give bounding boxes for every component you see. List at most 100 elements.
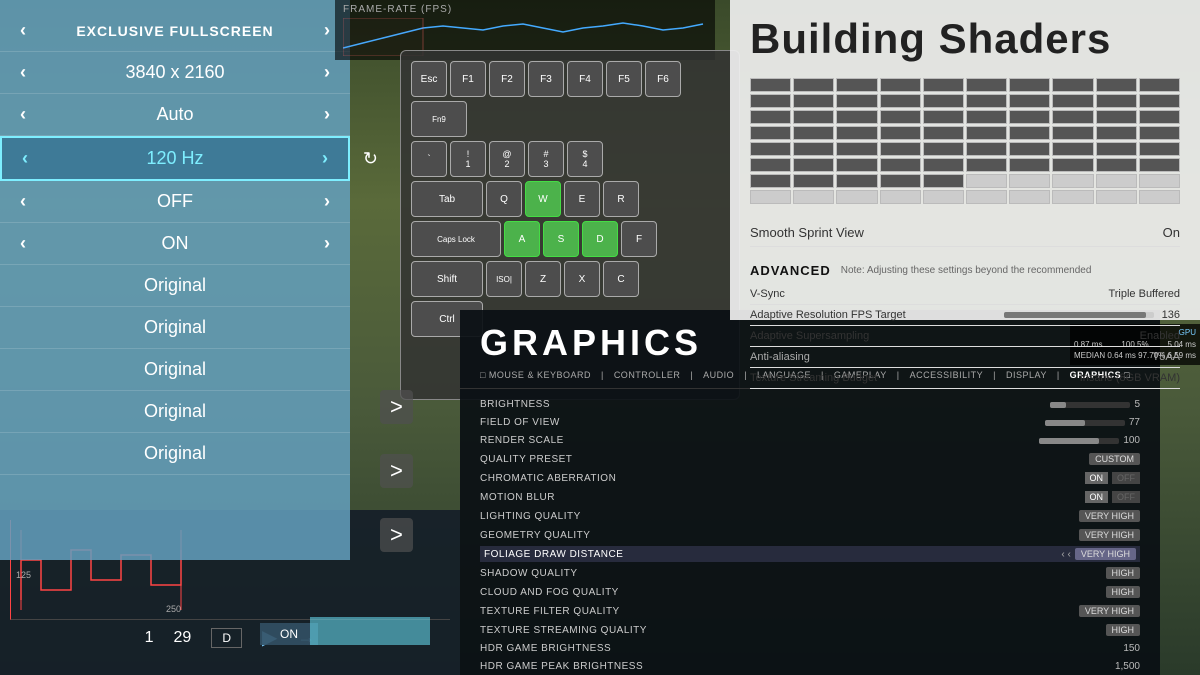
gs-render-scale-row: RENDER SCALE 100: [480, 433, 1140, 448]
key-z[interactable]: Z: [525, 261, 561, 297]
on-row[interactable]: ‹ ON ›: [0, 223, 350, 265]
key-f1[interactable]: F1: [450, 61, 486, 97]
off-row[interactable]: ‹ OFF ›: [0, 181, 350, 223]
arrow-panel: > > >: [380, 390, 413, 552]
key-iso[interactable]: ISO|: [486, 261, 522, 297]
refresh-reset-icon[interactable]: ↻: [363, 148, 378, 169]
gs-foliage-row: FOLIAGE DRAW DISTANCE ‹ ‹ VERY HIGH: [480, 546, 1140, 562]
key-f[interactable]: F: [621, 221, 657, 257]
shader-block-48: [1096, 142, 1137, 156]
gs-brightness-slider[interactable]: 5: [1050, 399, 1140, 410]
key-q[interactable]: Q: [486, 181, 522, 217]
gs-tex-filter-row: TEXTURE FILTER QUALITY VERY HIGH: [480, 603, 1140, 619]
gs-geometry-value[interactable]: VERY HIGH: [1079, 529, 1140, 541]
timeline-d-button[interactable]: D: [211, 628, 242, 648]
resolution-row[interactable]: ‹ 3840 x 2160 ›: [0, 52, 350, 94]
nav-mouse-keyboard[interactable]: □ MOUSE & KEYBOARD: [480, 370, 591, 380]
shader-block-65: [966, 174, 1007, 188]
key-r[interactable]: R: [603, 181, 639, 217]
auto-right-arrow[interactable]: ›: [324, 104, 330, 125]
gs-chromatic-on[interactable]: ON: [1085, 472, 1109, 484]
refresh-right-arrow[interactable]: ›: [322, 148, 328, 169]
key-c[interactable]: C: [603, 261, 639, 297]
graphics-settings: BRIGHTNESS 5 FIELD OF VIEW 77 RENDER SCA…: [460, 389, 1160, 675]
shader-block-25: [966, 110, 1007, 124]
off-right-arrow[interactable]: ›: [324, 191, 330, 212]
adaptive-ss-value: Enabled: [1140, 330, 1180, 342]
shader-block-68: [1096, 174, 1137, 188]
gs-lighting-value[interactable]: VERY HIGH: [1079, 510, 1140, 522]
key-e[interactable]: E: [564, 181, 600, 217]
gs-foliage-left[interactable]: ‹ ‹: [1061, 549, 1070, 560]
panel-arrow-3[interactable]: >: [380, 518, 413, 552]
gs-render-scale-slider[interactable]: 100: [1039, 435, 1140, 446]
gs-hdr-peak-row: HDR GAME PEAK BRIGHTNESS 1,500: [480, 659, 1140, 674]
key-3[interactable]: #3: [528, 141, 564, 177]
on-label: ON: [280, 627, 298, 641]
on-right-arrow[interactable]: ›: [324, 233, 330, 254]
gs-quality-preset-value[interactable]: CUSTOM: [1089, 453, 1140, 465]
gs-shadow-row: SHADOW QUALITY HIGH: [480, 565, 1140, 581]
gs-motion-blur-off[interactable]: OFF: [1112, 491, 1140, 503]
exclusive-fullscreen-right-arrow[interactable]: ›: [324, 20, 330, 41]
key-tab[interactable]: Tab: [411, 181, 483, 217]
adaptive-fps-slider-row[interactable]: 136: [1004, 309, 1180, 321]
key-4[interactable]: $4: [567, 141, 603, 177]
key-x[interactable]: X: [564, 261, 600, 297]
original-row-4[interactable]: Original: [0, 391, 350, 433]
gs-brightness-value: 5: [1134, 399, 1140, 410]
gs-foliage-controls[interactable]: ‹ ‹ VERY HIGH: [1061, 548, 1136, 560]
gs-foliage-value[interactable]: VERY HIGH: [1075, 548, 1136, 560]
adaptive-fps-value: 136: [1162, 309, 1180, 321]
shader-block-53: [880, 158, 921, 172]
gs-motion-blur-toggle[interactable]: ON OFF: [1085, 491, 1141, 503]
key-1[interactable]: !1: [450, 141, 486, 177]
key-capslock[interactable]: Caps Lock: [411, 221, 501, 257]
gs-chromatic-toggle[interactable]: ON OFF: [1085, 472, 1141, 484]
vsync-row: V-Sync Triple Buffered: [750, 284, 1180, 305]
nav-audio[interactable]: AUDIO: [703, 370, 734, 380]
shader-block-70: [750, 190, 791, 204]
key-f3[interactable]: F3: [528, 61, 564, 97]
original-row-2[interactable]: Original: [0, 307, 350, 349]
shader-block-11: [793, 94, 834, 108]
refresh-rate-row[interactable]: ‹ 120 Hz › ↻: [0, 136, 350, 181]
key-2[interactable]: @2: [489, 141, 525, 177]
off-value: OFF: [26, 191, 324, 212]
original-row-1[interactable]: Original: [0, 265, 350, 307]
panel-arrow-2[interactable]: >: [380, 454, 413, 488]
original-label-3: Original: [20, 359, 330, 380]
key-w[interactable]: W: [525, 181, 561, 217]
key-f4[interactable]: F4: [567, 61, 603, 97]
original-row-3[interactable]: Original: [0, 349, 350, 391]
auto-row[interactable]: ‹ Auto ›: [0, 94, 350, 136]
gs-tex-filter-value[interactable]: VERY HIGH: [1079, 605, 1140, 617]
advanced-section: ADVANCED Note: Adjusting these settings …: [750, 257, 1180, 389]
original-row-5[interactable]: Original: [0, 433, 350, 475]
gs-cloud-value[interactable]: HIGH: [1106, 586, 1141, 598]
key-fn9[interactable]: Fn9: [411, 101, 467, 137]
shader-block-40: [750, 142, 791, 156]
panel-arrow-1[interactable]: >: [380, 390, 413, 424]
gs-fov-slider[interactable]: 77: [1045, 417, 1140, 428]
gs-shadow-value[interactable]: HIGH: [1106, 567, 1141, 579]
key-backtick[interactable]: `: [411, 141, 447, 177]
adaptive-fps-slider[interactable]: [1004, 312, 1154, 318]
key-shift[interactable]: Shift: [411, 261, 483, 297]
exclusive-fullscreen-row[interactable]: ‹ EXCLUSIVE FULLSCREEN ›: [0, 10, 350, 52]
gs-tex-stream-value[interactable]: HIGH: [1106, 624, 1141, 636]
key-f6[interactable]: F6: [645, 61, 681, 97]
gs-chromatic-off[interactable]: OFF: [1112, 472, 1140, 484]
key-a[interactable]: A: [504, 221, 540, 257]
nav-controller[interactable]: CONTROLLER: [614, 370, 681, 380]
gs-motion-blur-on[interactable]: ON: [1085, 491, 1109, 503]
key-f5[interactable]: F5: [606, 61, 642, 97]
key-esc[interactable]: Esc: [411, 61, 447, 97]
key-d[interactable]: D: [582, 221, 618, 257]
key-f2[interactable]: F2: [489, 61, 525, 97]
key-s[interactable]: S: [543, 221, 579, 257]
shader-block-27: [1052, 110, 1093, 124]
timeline-value-1: 1: [145, 629, 154, 647]
resolution-right-arrow[interactable]: ›: [324, 62, 330, 83]
shader-block-62: [836, 174, 877, 188]
